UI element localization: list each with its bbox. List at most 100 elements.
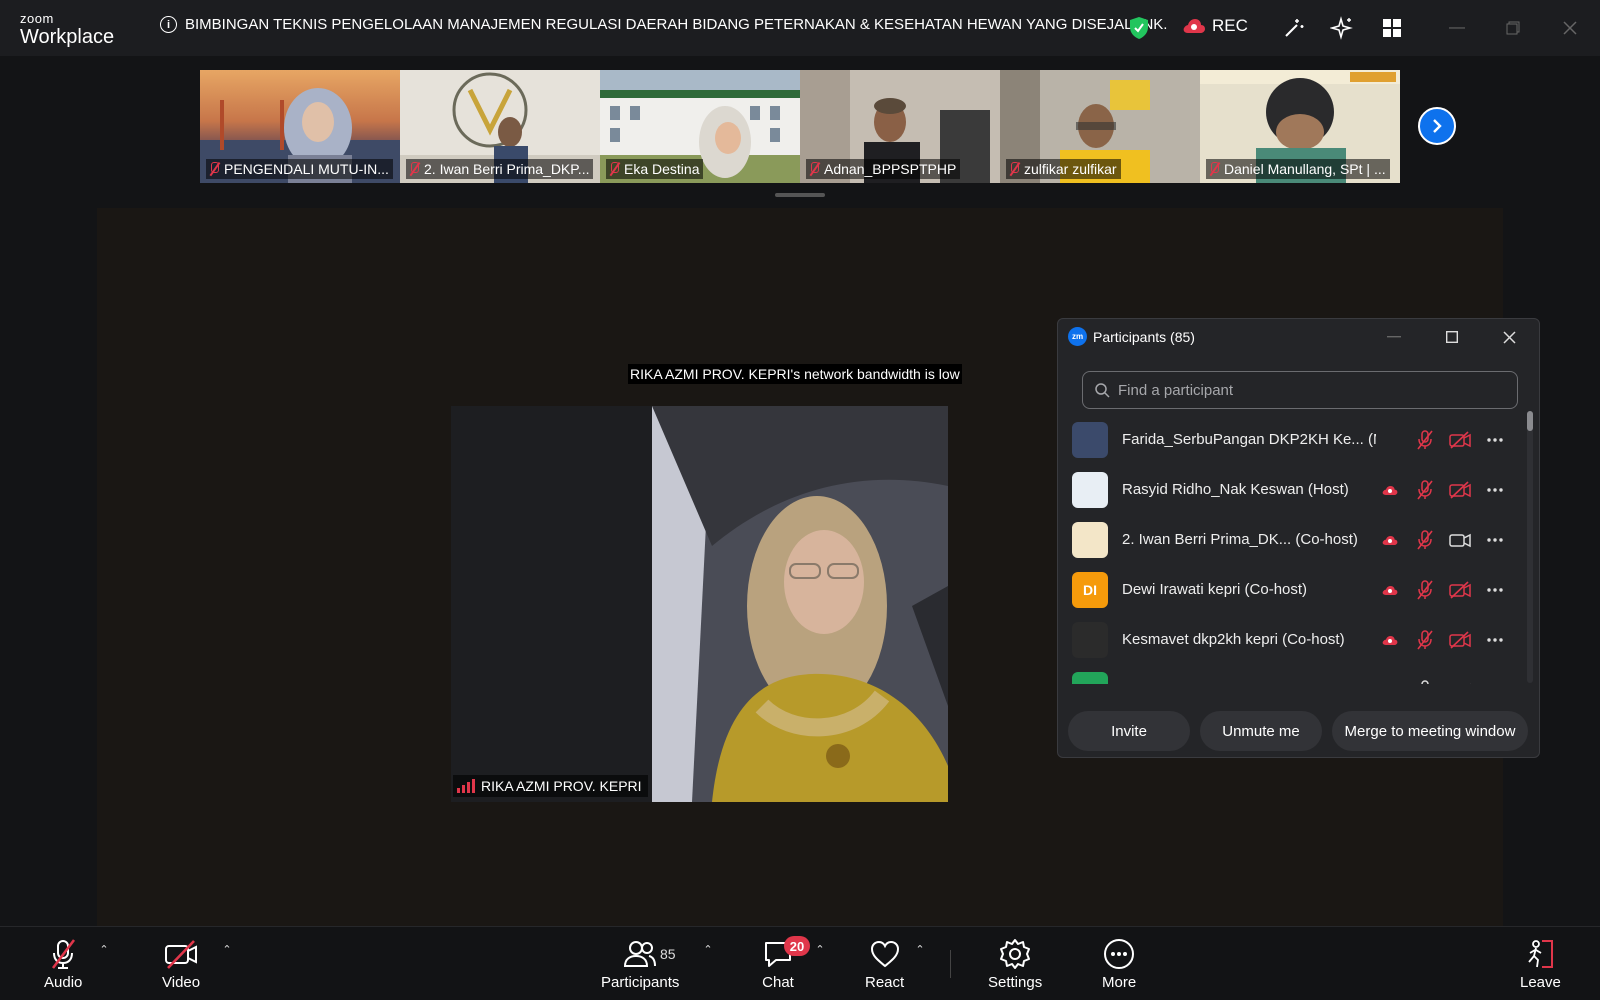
participant-search-input[interactable]: [1118, 381, 1498, 399]
chat-unread-badge: 20: [784, 936, 810, 956]
mic-muted-icon: [52, 939, 76, 969]
panel-maximize-icon[interactable]: [1442, 327, 1462, 347]
heart-icon: [870, 940, 899, 968]
thumbnail-tile[interactable]: Daniel Manullang, SPt | ...: [1200, 70, 1400, 183]
mic-muted-icon[interactable]: [1413, 478, 1437, 502]
thumbnail-tile[interactable]: zulfikar zulfikar: [1000, 70, 1200, 183]
apps-grid-icon[interactable]: [1378, 14, 1406, 42]
participants-options-chevron-icon[interactable]: ⌃: [701, 942, 715, 956]
mic-muted-icon: [608, 162, 620, 176]
thumbnail-name: zulfikar zulfikar: [1024, 161, 1117, 177]
thumbnail-name-label: Adnan_BPPSPTPHP: [806, 159, 961, 179]
video-icon[interactable]: [1448, 678, 1472, 684]
mic-muted-icon[interactable]: [1413, 428, 1437, 452]
more-options-icon[interactable]: [1483, 678, 1507, 684]
recording-indicator[interactable]: REC: [1182, 16, 1248, 36]
participant-row[interactable]: RA RIKA AZMI PROV. KEPRI: [1072, 664, 1524, 684]
participant-avatar: DI: [1072, 571, 1108, 608]
active-speaker-name-label: RIKA AZMI PROV. KEPRI: [453, 775, 648, 797]
sparkle-icon[interactable]: [1328, 14, 1356, 42]
thumbnail-name-label: zulfikar zulfikar: [1006, 159, 1121, 179]
close-window-icon[interactable]: [1560, 18, 1580, 38]
scrollbar-thumb[interactable]: [1527, 411, 1533, 431]
video-off-icon[interactable]: [1448, 478, 1472, 502]
participant-name: Farida_SerbuPangan DKP2KH Ke... (Me): [1122, 431, 1376, 448]
thumbnail-name-label: Daniel Manullang, SPt | ...: [1206, 159, 1390, 179]
info-icon[interactable]: i: [160, 16, 177, 33]
participant-name: RIKA AZMI PROV. KEPRI: [1122, 681, 1376, 684]
participants-icon: [624, 941, 657, 967]
more-button[interactable]: More: [1102, 938, 1136, 991]
thumbnail-tile[interactable]: 2. Iwan Berri Prima_DKP...: [400, 70, 600, 183]
participant-row[interactable]: DI Dewi Irawati kepri (Co-host): [1072, 564, 1524, 615]
invite-button[interactable]: Invite: [1068, 711, 1190, 751]
video-options-chevron-icon[interactable]: ⌃: [220, 942, 234, 956]
video-off-icon[interactable]: [1448, 628, 1472, 652]
shield-icon[interactable]: [1128, 16, 1150, 40]
mic-muted-icon[interactable]: [1413, 578, 1437, 602]
mic-muted-icon[interactable]: [1413, 528, 1437, 552]
participants-panel: zm Participants (85) Farida_SerbuPangan …: [1057, 318, 1540, 758]
audio-options-chevron-icon[interactable]: ⌃: [97, 942, 111, 956]
settings-button[interactable]: Settings: [988, 938, 1042, 991]
more-options-icon[interactable]: [1483, 428, 1507, 452]
thumbnail-tile[interactable]: Adnan_BPPSPTPHP: [800, 70, 1000, 183]
next-page-button[interactable]: [1418, 107, 1456, 145]
participant-name: 2. Iwan Berri Prima_DK... (Co-host): [1122, 531, 1358, 548]
participant-list-scrollbar[interactable]: [1527, 411, 1533, 683]
active-speaker-name: RIKA AZMI PROV. KEPRI: [481, 778, 642, 794]
participant-avatar: RA: [1072, 671, 1108, 684]
thumbnail-name-label: PENGENDALI MUTU-IN...: [206, 159, 393, 179]
participant-avatar: [1072, 521, 1108, 558]
thumbnail-tile[interactable]: Eka Destina: [600, 70, 800, 183]
video-off-icon: [165, 940, 198, 969]
more-options-icon[interactable]: [1483, 478, 1507, 502]
react-options-chevron-icon[interactable]: ⌃: [913, 942, 927, 956]
restore-window-icon[interactable]: [1503, 18, 1523, 38]
participant-status-icons: [1378, 478, 1518, 502]
more-options-icon[interactable]: [1483, 578, 1507, 602]
react-button[interactable]: React: [865, 938, 904, 991]
chat-options-chevron-icon[interactable]: ⌃: [813, 942, 827, 956]
panel-close-icon[interactable]: [1499, 327, 1519, 347]
participant-row[interactable]: Kesmavet dkp2kh kepri (Co-host): [1072, 614, 1524, 665]
video-off-icon[interactable]: [1448, 578, 1472, 602]
participant-search-box[interactable]: [1082, 371, 1518, 409]
video-label: Video: [162, 974, 201, 991]
audio-button[interactable]: Audio: [44, 938, 82, 991]
participants-count: 85: [660, 946, 676, 962]
more-options-icon[interactable]: [1483, 528, 1507, 552]
minimize-window-icon[interactable]: —: [1447, 18, 1467, 38]
bandwidth-warning: RIKA AZMI PROV. KEPRI's network bandwidt…: [628, 364, 962, 384]
meeting-title[interactable]: i BIMBINGAN TEKNIS PENGELOLAAN MANAJEMEN…: [160, 16, 1167, 33]
video-off-icon[interactable]: [1448, 428, 1472, 452]
participant-row[interactable]: Rasyid Ridho_Nak Keswan (Host): [1072, 464, 1524, 515]
video-icon[interactable]: [1448, 528, 1472, 552]
unmute-me-button[interactable]: Unmute me: [1200, 711, 1322, 751]
video-thumbnail-strip: PENGENDALI MUTU-IN... 2. Iwan Berri Prim…: [200, 70, 1400, 183]
merge-to-meeting-window-button[interactable]: Merge to meeting window: [1332, 711, 1528, 751]
leave-button[interactable]: Leave: [1520, 938, 1561, 991]
search-icon: [1095, 382, 1110, 398]
more-options-icon[interactable]: [1483, 628, 1507, 652]
participant-avatar: [1072, 621, 1108, 658]
participant-avatar: [1072, 421, 1108, 458]
strip-resize-handle[interactable]: [775, 193, 825, 197]
mic-icon[interactable]: [1413, 678, 1437, 684]
panel-title: Participants (85): [1093, 328, 1195, 345]
thumbnail-name: 2. Iwan Berri Prima_DKP...: [424, 161, 590, 177]
title-bar: zoom Workplace i BIMBINGAN TEKNIS PENGEL…: [0, 0, 1600, 56]
participant-row[interactable]: Farida_SerbuPangan DKP2KH Ke... (Me): [1072, 414, 1524, 465]
participant-row[interactable]: 2. Iwan Berri Prima_DK... (Co-host): [1072, 514, 1524, 565]
more-icon: [1104, 939, 1135, 969]
edit-wand-icon[interactable]: [1280, 14, 1308, 42]
cloud-record-icon: [1183, 19, 1205, 33]
thumbnail-name: PENGENDALI MUTU-IN...: [224, 161, 389, 177]
panel-minimize-icon[interactable]: [1384, 327, 1404, 347]
thumbnail-tile[interactable]: PENGENDALI MUTU-IN...: [200, 70, 400, 183]
chat-label: Chat: [762, 974, 794, 991]
participant-status-icons: [1378, 578, 1518, 602]
video-button[interactable]: Video: [162, 938, 200, 991]
mic-muted-icon[interactable]: [1413, 628, 1437, 652]
thumbnail-name-label: Eka Destina: [606, 159, 704, 179]
